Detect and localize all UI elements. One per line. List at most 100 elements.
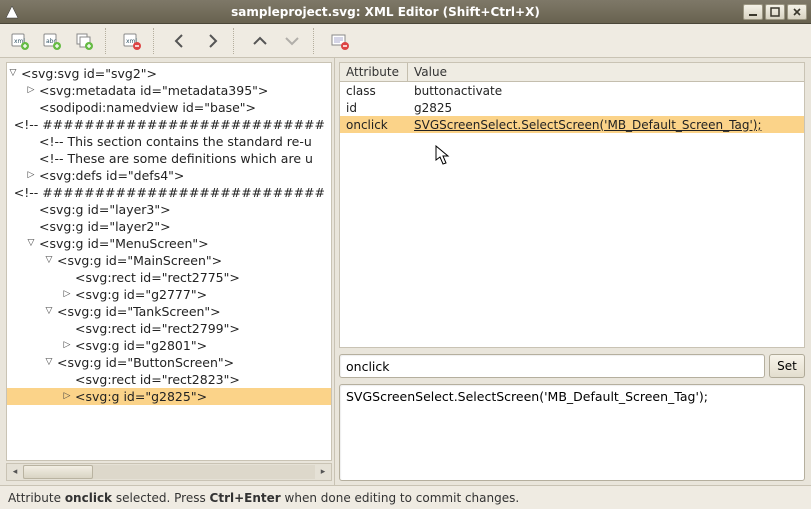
tree-node-label: <svg:defs id="defs4"> — [39, 167, 190, 184]
attribute-cell-value: g2825 — [408, 101, 804, 115]
tree-row[interactable]: <svg:metadata id="metadata395"> — [7, 82, 331, 99]
tree-node-label: <svg:g id="MenuScreen"> — [39, 235, 215, 252]
expand-toggle-icon[interactable] — [61, 337, 73, 354]
expand-toggle-icon[interactable] — [25, 82, 37, 99]
attribute-cell-value: buttonactivate — [408, 84, 804, 98]
tree-horizontal-scrollbar[interactable]: ◂ ▸ — [6, 463, 332, 481]
tree-node-label: <!-- ########################### — [14, 116, 331, 133]
scroll-left-button[interactable]: ◂ — [7, 464, 23, 480]
toolbar-separator — [233, 28, 239, 54]
scroll-right-button[interactable]: ▸ — [315, 464, 331, 480]
attribute-table-body: classbuttonactivateidg2825onclickSVGScre… — [340, 82, 804, 133]
set-button[interactable]: Set — [769, 354, 805, 378]
delete-attribute-button[interactable] — [326, 27, 354, 55]
main-split: <svg:svg id="svg2"><svg:metadata id="met… — [0, 58, 811, 485]
attribute-cell-name: onclick — [340, 118, 408, 132]
tree-row[interactable]: <svg:g id="ButtonScreen"> — [7, 354, 331, 371]
attribute-table-header: Attribute Value — [340, 63, 804, 82]
tree-node-label: <svg:rect id="rect2775"> — [75, 269, 246, 286]
tree-node-label: <svg:g id="MainScreen"> — [57, 252, 228, 269]
tree-node-label: <svg:rect id="rect2799"> — [75, 320, 246, 337]
scroll-track[interactable] — [23, 465, 315, 479]
status-text: Attribute onclick selected. Press Ctrl+E… — [8, 491, 519, 505]
collapse-toggle-icon[interactable] — [7, 65, 19, 82]
maximize-button[interactable] — [765, 4, 785, 20]
tree-row[interactable]: <svg:g id="g2825"> — [7, 388, 331, 405]
tree-node-label: <!-- These are some definitions which ar… — [39, 150, 319, 167]
xml-tree: <svg:svg id="svg2"><svg:metadata id="met… — [7, 63, 331, 407]
attribute-cell-name: id — [340, 101, 408, 115]
collapse-toggle-icon[interactable] — [43, 354, 55, 371]
attribute-cell-name: class — [340, 84, 408, 98]
duplicate-node-button[interactable] — [70, 27, 98, 55]
collapse-toggle-icon[interactable] — [43, 252, 55, 269]
toolbar: xml abc xml — [0, 24, 811, 58]
new-element-node-button[interactable]: xml — [6, 27, 34, 55]
window-controls — [743, 4, 807, 20]
new-text-node-button[interactable]: abc — [38, 27, 66, 55]
close-button[interactable] — [787, 4, 807, 20]
tree-row[interactable]: <!-- These are some definitions which ar… — [7, 150, 331, 167]
collapse-toggle-icon[interactable] — [43, 303, 55, 320]
minimize-button[interactable] — [743, 4, 763, 20]
attribute-header-attr[interactable]: Attribute — [340, 63, 408, 81]
tree-row[interactable]: <svg:defs id="defs4"> — [7, 167, 331, 184]
expand-toggle-icon[interactable] — [61, 286, 73, 303]
scroll-thumb[interactable] — [23, 465, 93, 479]
tree-row[interactable]: <svg:g id="TankScreen"> — [7, 303, 331, 320]
expand-toggle-icon[interactable] — [25, 167, 37, 184]
tree-row[interactable]: <!-- This section contains the standard … — [7, 133, 331, 150]
tree-row[interactable]: <svg:g id="layer3"> — [7, 201, 331, 218]
tree-node-label: <!-- ########################### — [14, 184, 331, 201]
app-icon — [4, 4, 20, 20]
tree-row[interactable]: <svg:g id="g2801"> — [7, 337, 331, 354]
tree-row[interactable]: <svg:svg id="svg2"> — [7, 65, 331, 82]
tree-node-label: <sodipodi:namedview id="base"> — [39, 99, 262, 116]
tree-node-label: <svg:g id="g2801"> — [75, 337, 213, 354]
tree-row[interactable]: <!-- ########################### — [7, 184, 331, 201]
attribute-cell-value: SVGScreenSelect.SelectScreen('MB_Default… — [408, 118, 804, 132]
attribute-row[interactable]: onclickSVGScreenSelect.SelectScreen('MB_… — [340, 116, 804, 133]
tree-row[interactable]: <svg:g id="MenuScreen"> — [7, 235, 331, 252]
prev-node-button[interactable] — [166, 27, 194, 55]
tree-row[interactable]: <sodipodi:namedview id="base"> — [7, 99, 331, 116]
xml-tree-scroll[interactable]: <svg:svg id="svg2"><svg:metadata id="met… — [6, 62, 332, 461]
toolbar-separator — [105, 28, 111, 54]
next-node-button[interactable] — [198, 27, 226, 55]
tree-row[interactable]: <svg:g id="MainScreen"> — [7, 252, 331, 269]
tree-row[interactable]: <svg:rect id="rect2775"> — [7, 269, 331, 286]
attribute-row[interactable]: idg2825 — [340, 99, 804, 116]
tree-row[interactable]: <svg:g id="layer2"> — [7, 218, 331, 235]
tree-node-label: <!-- This section contains the standard … — [39, 133, 318, 150]
tree-row[interactable]: <!-- ########################### — [7, 116, 331, 133]
tree-node-label: <svg:g id="g2777"> — [75, 286, 213, 303]
tree-node-label: <svg:metadata id="metadata395"> — [39, 82, 274, 99]
attribute-name-input[interactable] — [339, 354, 765, 378]
title-bar: sampleproject.svg: XML Editor (Shift+Ctr… — [0, 0, 811, 24]
tree-node-label: <svg:g id="g2825"> — [75, 388, 213, 405]
tree-node-label: <svg:g id="ButtonScreen"> — [57, 354, 240, 371]
attribute-table: Attribute Value classbuttonactivateidg28… — [339, 62, 805, 348]
collapse-toggle-icon[interactable] — [25, 235, 37, 252]
indent-node-button — [278, 27, 306, 55]
unindent-node-button[interactable] — [246, 27, 274, 55]
xml-tree-panel: <svg:svg id="svg2"><svg:metadata id="met… — [0, 58, 335, 485]
expand-toggle-icon[interactable] — [61, 388, 73, 405]
attribute-row[interactable]: classbuttonactivate — [340, 82, 804, 99]
tree-node-label: <svg:g id="TankScreen"> — [57, 303, 227, 320]
tree-node-label: <svg:g id="layer3"> — [39, 201, 177, 218]
tree-row[interactable]: <svg:rect id="rect2799"> — [7, 320, 331, 337]
window-title: sampleproject.svg: XML Editor (Shift+Ctr… — [28, 5, 743, 19]
delete-node-button[interactable]: xml — [118, 27, 146, 55]
status-bar: Attribute onclick selected. Press Ctrl+E… — [0, 485, 811, 509]
tree-row[interactable]: <svg:g id="g2777"> — [7, 286, 331, 303]
attribute-header-val[interactable]: Value — [408, 63, 804, 81]
tree-row[interactable]: <svg:rect id="rect2823"> — [7, 371, 331, 388]
toolbar-separator — [313, 28, 319, 54]
attribute-panel: Attribute Value classbuttonactivateidg28… — [335, 58, 811, 485]
attribute-value-textarea[interactable] — [339, 384, 805, 481]
tree-node-label: <svg:svg id="svg2"> — [21, 65, 163, 82]
tree-node-label: <svg:rect id="rect2823"> — [75, 371, 246, 388]
attribute-name-row: Set — [339, 354, 805, 378]
tree-node-label: <svg:g id="layer2"> — [39, 218, 177, 235]
